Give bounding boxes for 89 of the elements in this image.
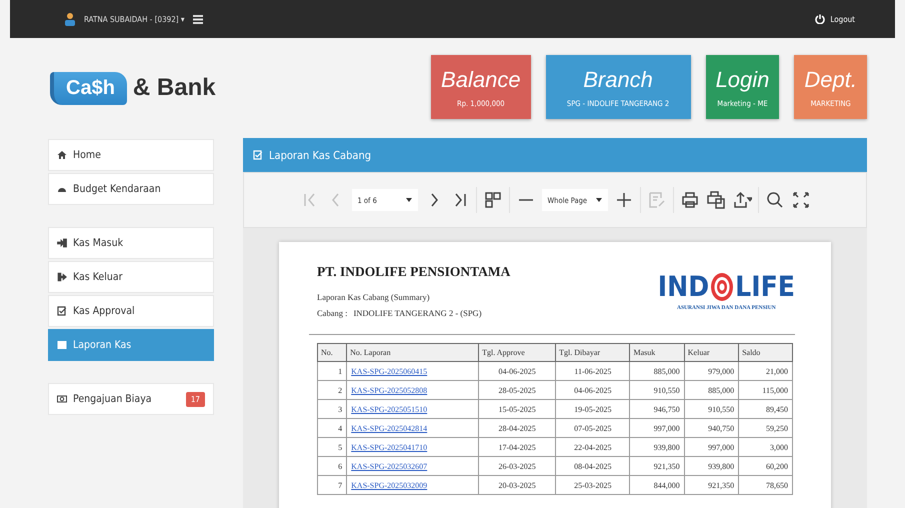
sidebar-item[interactable]: Kas Keluar — [48, 261, 214, 293]
sign-in-icon — [57, 238, 67, 248]
table-cell: 11-06-2025 — [574, 366, 612, 376]
report-subtitle: Laporan Kas Cabang (Summary) — [317, 292, 431, 302]
table-cell: 08-04-2025 — [574, 462, 612, 470]
user-icon — [64, 12, 76, 26]
brand-text: IND — [658, 273, 710, 301]
table-cell: 28-04-2025 — [498, 424, 536, 432]
logout-link[interactable]: Logout — [830, 14, 855, 24]
table-cell: 15-05-2025 — [498, 404, 536, 414]
table-cell: 939,800 — [708, 462, 734, 470]
table-cell: 60,200 — [766, 462, 788, 470]
table-cell: 997,000 — [708, 442, 734, 452]
table-cell: 7 — [338, 480, 342, 490]
table-cell: 921,350 — [654, 462, 680, 470]
count-badge: 17 — [186, 392, 205, 406]
column-header: No. — [318, 344, 347, 362]
checkbox-icon — [253, 150, 263, 160]
money-icon — [57, 394, 67, 404]
table-cell: 885,000 — [708, 386, 734, 394]
column-header: Tgl. Approve — [478, 344, 556, 362]
sidebar-item[interactable]: Pengajuan Biaya 17 — [48, 383, 214, 415]
sidebar-item[interactable]: Kas Masuk — [48, 227, 214, 259]
table-cell: 979,000 — [708, 366, 734, 376]
table-cell: 910,550 — [654, 386, 680, 394]
table-cell: 28-05-2025 — [498, 386, 536, 394]
table-cell: 3 — [338, 404, 342, 414]
table-cell: 19-05-2025 — [574, 404, 612, 414]
table-cell: 946,750 — [654, 404, 680, 414]
search-icon[interactable] — [764, 190, 784, 210]
printpage-icon[interactable] — [706, 190, 726, 210]
sidebar-item[interactable]: Budget Kendaraan — [48, 173, 214, 205]
table-cell: 5 — [338, 442, 342, 452]
panel-title: Laporan Kas Cabang — [269, 148, 371, 162]
sidebar-item[interactable]: Home — [48, 139, 214, 171]
table-cell: 78,650 — [766, 480, 788, 490]
branch-name: INDOLIFE TANGERANG 2 - (SPG) — [353, 308, 482, 318]
card-title: Dept. — [804, 66, 857, 92]
table-cell: 6 — [338, 462, 342, 470]
column-header: No. Laporan — [346, 344, 479, 362]
home-icon — [57, 150, 67, 160]
print-icon[interactable] — [680, 190, 700, 210]
table-cell: 17-04-2025 — [498, 442, 536, 452]
table-cell: 997,000 — [654, 424, 680, 432]
table-cell: 89,450 — [766, 404, 788, 414]
logo-badge: Ca$h — [50, 72, 127, 104]
caret-icon — [406, 198, 412, 202]
brand-text: LIFE — [735, 273, 795, 301]
table-cell: 04-06-2025 — [574, 386, 612, 394]
target-icon — [710, 272, 734, 302]
table-cell: 21,000 — [766, 366, 788, 376]
column-header: Saldo — [738, 344, 792, 362]
card-title: Balance — [441, 66, 521, 92]
table-cell: 921,350 — [708, 480, 734, 490]
table-cell: 910,550 — [708, 404, 734, 414]
table-cell: 2 — [338, 386, 342, 394]
column-header: Masuk — [630, 344, 684, 362]
table-cell: 3,000 — [770, 442, 788, 452]
column-header: Keluar — [684, 344, 739, 362]
table-cell: 04-06-2025 — [498, 366, 536, 376]
grid-icon[interactable] — [482, 190, 502, 210]
sidebar-item[interactable]: Kas Approval — [48, 295, 214, 327]
checkbox-icon — [57, 306, 67, 316]
table-cell: 25-03-2025 — [574, 480, 612, 490]
table-cell: 940,750 — [708, 424, 734, 432]
user-menu[interactable]: RATNA SUBAIDAH - [0392] ▾ — [84, 14, 185, 24]
logo-text: & Bank — [132, 74, 216, 102]
table-cell: 844,000 — [654, 480, 680, 490]
table-cell: 939,800 — [654, 442, 680, 452]
table-cell: 4 — [338, 424, 342, 432]
fullscreen-icon[interactable] — [790, 190, 810, 210]
menu-icon[interactable] — [192, 14, 203, 24]
sign-out-icon — [57, 272, 67, 282]
table-cell: 20-03-2025 — [498, 480, 536, 490]
table-cell: 115,000 — [762, 386, 788, 394]
table-cell: 26-03-2025 — [498, 462, 536, 470]
column-header: Tgl. Dibayar — [556, 344, 630, 362]
card-title: Login — [716, 66, 770, 92]
table-cell: 07-05-2025 — [574, 424, 612, 432]
table-cell: 1 — [338, 366, 342, 376]
caret-icon — [596, 198, 602, 202]
table-cell: 22-04-2025 — [574, 442, 612, 452]
card-title: Branch — [583, 66, 653, 92]
table-cell: 885,000 — [654, 366, 680, 376]
branch-label: Cabang : — [317, 308, 348, 318]
table-cell: 59,250 — [766, 424, 788, 432]
power-icon — [815, 14, 826, 24]
company-name: PT. INDOLIFE PENSIONTAMA — [317, 264, 510, 280]
export-icon[interactable] — [732, 190, 752, 210]
